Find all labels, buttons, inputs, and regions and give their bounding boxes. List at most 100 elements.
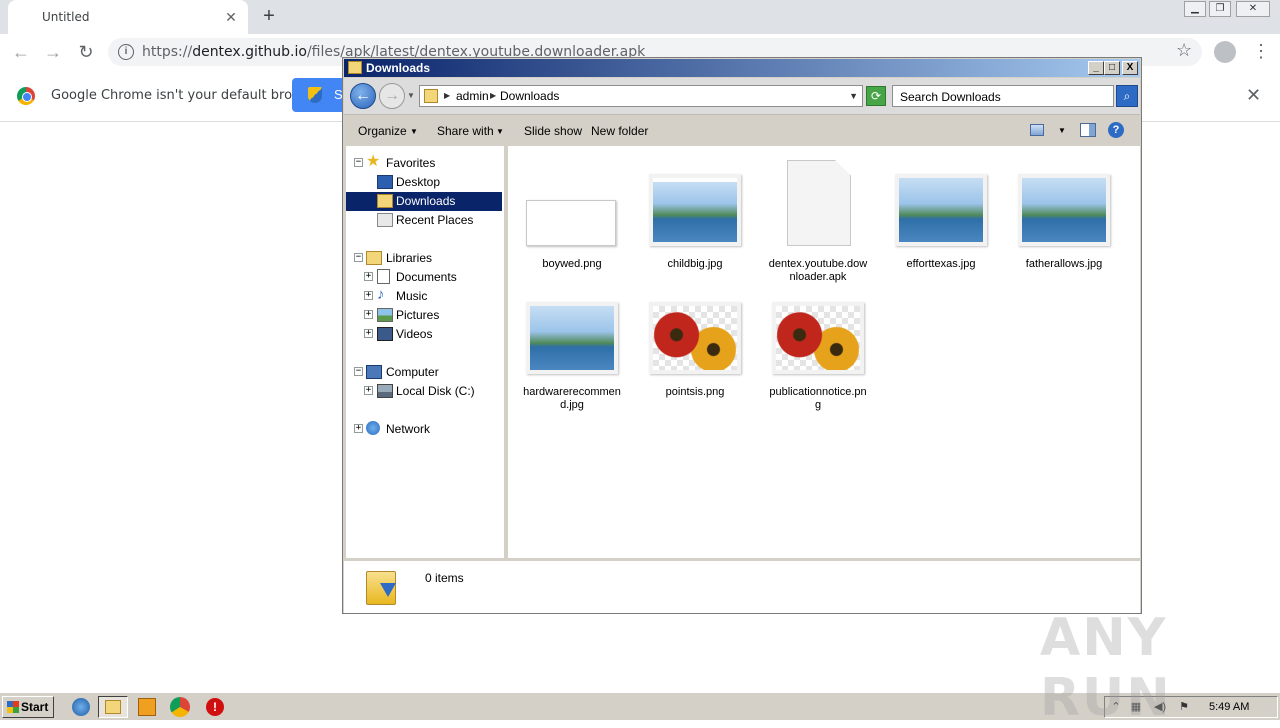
downloads-folder-icon: [366, 567, 400, 605]
expand-icon[interactable]: +: [364, 291, 373, 300]
star-icon: ★: [366, 153, 381, 170]
tree-item-documents[interactable]: + Documents: [346, 268, 504, 287]
uac-shield-icon: [308, 87, 322, 103]
breadcrumb-downloads[interactable]: Downloads: [500, 89, 559, 103]
minimize-button[interactable]: ▁: [1184, 1, 1206, 17]
landscape-image-thumbnail: [526, 302, 618, 374]
bookmark-star-icon[interactable]: ☆: [1176, 40, 1192, 61]
organize-button[interactable]: Organize: [358, 124, 407, 138]
recent-places-icon: [377, 213, 393, 227]
documents-icon: [377, 269, 390, 284]
network-icon: [366, 421, 380, 435]
tab-strip: Untitled ✕ + ▁ ❐ ✕: [0, 0, 1280, 34]
videos-icon: [377, 327, 393, 341]
tree-label: Pictures: [396, 308, 440, 322]
internet-explorer-icon[interactable]: [72, 698, 90, 716]
chevron-down-icon[interactable]: ▼: [1058, 126, 1066, 135]
reload-icon[interactable]: ↻: [75, 42, 97, 64]
tree-item-downloads[interactable]: Downloads: [346, 192, 502, 211]
restore-button[interactable]: ❐: [1209, 1, 1231, 17]
chevron-right-icon[interactable]: ▶: [490, 91, 496, 100]
item-count: 0 items: [425, 571, 464, 585]
tree-item-desktop[interactable]: Desktop: [346, 173, 504, 192]
forward-button[interactable]: →: [379, 83, 405, 109]
expand-icon[interactable]: +: [354, 424, 363, 433]
alert-icon[interactable]: !: [206, 698, 224, 716]
breadcrumb-admin[interactable]: admin: [456, 89, 489, 103]
chevron-right-icon[interactable]: ▶: [444, 91, 450, 100]
preview-pane-icon[interactable]: [1080, 123, 1096, 137]
share-with-button[interactable]: Share with: [437, 124, 494, 138]
tree-label: Favorites: [386, 156, 436, 170]
new-folder-button[interactable]: New folder: [591, 124, 648, 138]
tree-item-pictures[interactable]: + Pictures: [346, 306, 504, 325]
collapse-icon[interactable]: −: [354, 367, 363, 376]
tree-item-favorites[interactable]: − ★ Favorites: [346, 154, 504, 173]
breadcrumb[interactable]: ▶ admin ▶ Downloads ▼: [419, 85, 863, 107]
watermark-logo: ANY RUN: [1040, 608, 1172, 728]
refresh-button[interactable]: ⟳: [866, 86, 886, 106]
chevron-down-icon[interactable]: ▼: [410, 127, 418, 136]
minimize-button[interactable]: _: [1088, 61, 1104, 75]
infobar-close-icon[interactable]: ✕: [1246, 85, 1261, 106]
file-name: dentex.youtube.downloader.apk: [768, 258, 868, 283]
file-list: boywed.png childbig.jpg dentex.youtube.d…: [508, 146, 1140, 558]
search-placeholder: Search Downloads: [900, 90, 1001, 104]
chrome-icon[interactable]: [170, 697, 190, 717]
tree-item-computer[interactable]: − Computer: [346, 363, 504, 382]
music-note-icon: ♪: [377, 286, 385, 303]
tree-label: Network: [386, 422, 431, 436]
new-tab-button[interactable]: +: [258, 6, 280, 28]
search-input[interactable]: Search Downloads: [892, 85, 1114, 107]
tab-close-icon[interactable]: ✕: [222, 8, 240, 26]
windows-logo-icon: [7, 701, 19, 713]
expand-icon[interactable]: +: [364, 329, 373, 338]
blank-image-thumbnail: [526, 200, 616, 246]
file-name: fatherallows.jpg: [1025, 258, 1103, 270]
tab-title: Untitled: [42, 10, 90, 24]
tree-item-videos[interactable]: + Videos: [346, 325, 504, 344]
file-name: boywed.png: [542, 258, 602, 270]
back-button[interactable]: ←: [350, 83, 376, 109]
close-button[interactable]: X: [1122, 61, 1138, 75]
tree-item-recent-places[interactable]: Recent Places: [346, 211, 504, 230]
explorer-titlebar[interactable]: Downloads _ □ X: [344, 59, 1140, 77]
tree-item-network[interactable]: + Network: [346, 420, 504, 439]
chrome-menu-icon[interactable]: ⋮: [1252, 42, 1270, 60]
chevron-down-icon[interactable]: ▼: [496, 127, 504, 136]
search-icon[interactable]: ⌕: [1116, 85, 1138, 107]
back-arrow-icon[interactable]: ←: [10, 42, 32, 64]
tree-item-libraries[interactable]: − Libraries: [346, 249, 504, 268]
explorer-taskbar-button[interactable]: [98, 696, 128, 718]
expand-icon[interactable]: +: [364, 386, 373, 395]
browser-tab[interactable]: Untitled ✕: [8, 0, 248, 34]
tree-item-local-disk[interactable]: + Local Disk (C:): [346, 382, 504, 401]
collapse-icon[interactable]: −: [354, 158, 363, 167]
collapse-icon[interactable]: −: [354, 253, 363, 262]
site-info-icon[interactable]: i: [118, 44, 134, 60]
forward-arrow-icon[interactable]: →: [42, 42, 64, 64]
help-icon[interactable]: ?: [1108, 122, 1124, 138]
flowers-image-thumbnail: [649, 302, 741, 374]
tree-item-music[interactable]: + ♪ Music: [346, 287, 504, 306]
tree-label: Computer: [386, 365, 439, 379]
expand-icon[interactable]: +: [364, 310, 373, 319]
file-name: efforttexas.jpg: [906, 258, 976, 270]
slide-show-button[interactable]: Slide show: [524, 124, 582, 138]
tree-label: Libraries: [386, 251, 433, 265]
start-button[interactable]: Start: [2, 696, 54, 718]
maximize-button[interactable]: □: [1104, 61, 1120, 75]
window-title: Downloads: [366, 61, 431, 75]
file-name: childbig.jpg: [667, 258, 723, 270]
desktop-icon: [377, 175, 393, 189]
landscape-image-thumbnail: [895, 174, 987, 246]
file-name: publicationnotice.png: [769, 386, 867, 411]
libraries-icon: [366, 251, 382, 265]
close-window-button[interactable]: ✕: [1236, 1, 1270, 17]
expand-icon[interactable]: +: [364, 272, 373, 281]
chevron-down-icon[interactable]: ▼: [849, 91, 858, 101]
recent-pages-dropdown-icon[interactable]: ▼: [407, 91, 415, 100]
change-view-icon[interactable]: [1030, 124, 1044, 136]
media-player-icon[interactable]: [138, 698, 156, 716]
profile-avatar-icon[interactable]: [1214, 41, 1236, 63]
